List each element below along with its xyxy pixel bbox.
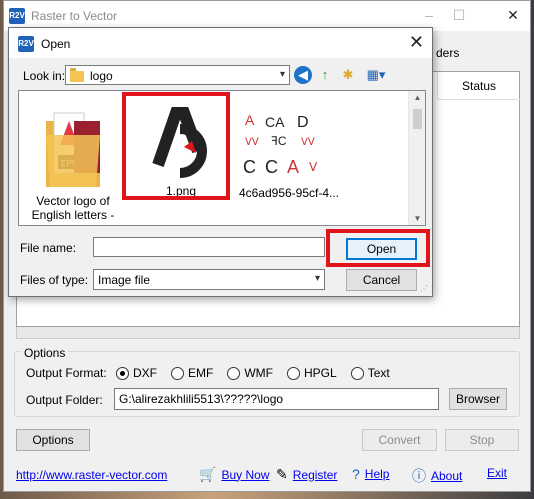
- svg-text:C: C: [265, 157, 278, 177]
- radio-hpgl[interactable]: HPGL: [287, 366, 337, 380]
- file-name-input[interactable]: [93, 237, 325, 257]
- about-link[interactable]: ⓘ About: [412, 466, 462, 486]
- help-icon: ?: [352, 466, 360, 482]
- folders-header-partial: ders: [436, 46, 460, 60]
- output-format-radio-group: DXF EMF WMF HPGL Text: [116, 364, 404, 382]
- file-item-folder[interactable]: EPS Vector logo of English letters -: [23, 99, 123, 222]
- file-name-label: File name:: [20, 241, 77, 255]
- close-icon[interactable]: ✕: [498, 5, 528, 25]
- open-button[interactable]: Open: [346, 238, 417, 260]
- register-link[interactable]: ✎ Register: [276, 466, 337, 483]
- register-label[interactable]: Register: [293, 468, 338, 482]
- chevron-down-icon: ▾: [279, 69, 285, 80]
- exit-label[interactable]: Exit: [487, 466, 507, 480]
- up-folder-icon[interactable]: ↑: [316, 66, 334, 84]
- file-pane-scrollbar[interactable]: ▲ ▼: [408, 91, 425, 225]
- dialog-title: Open: [41, 37, 71, 51]
- file-name-4c6ad956: 4c6ad956-95cf-4...: [238, 186, 340, 200]
- progress-bar: [16, 327, 520, 339]
- website-link[interactable]: http://www.raster-vector.com: [16, 468, 167, 482]
- status-column-header[interactable]: Status: [437, 72, 520, 100]
- look-in-label: Look in:: [23, 69, 66, 83]
- exit-link[interactable]: Exit: [487, 466, 507, 480]
- radio-emf-dot[interactable]: [171, 366, 184, 380]
- app-title: Raster to Vector: [31, 9, 118, 23]
- browser-button[interactable]: Browser: [449, 388, 507, 410]
- output-folder-input[interactable]: G:\alirezakhlili5513\?????\logo: [114, 388, 439, 410]
- highlight-1png: [122, 92, 230, 200]
- svg-text:CA: CA: [265, 114, 285, 130]
- cart-icon: 🛒: [199, 466, 217, 482]
- svg-text:ᐯ: ᐯ: [309, 160, 318, 174]
- output-folder-label: Output Folder:: [26, 393, 103, 407]
- radio-wmf-dot[interactable]: [227, 366, 241, 380]
- svg-text:A: A: [287, 157, 299, 177]
- files-of-type-label: Files of type:: [20, 273, 89, 287]
- chevron-down-icon: ▾: [314, 273, 320, 284]
- svg-text:D: D: [297, 114, 309, 131]
- minimize-icon[interactable]: –: [414, 5, 444, 25]
- radio-emf[interactable]: EMF: [171, 366, 213, 380]
- file-name-line2: English letters -: [31, 208, 115, 222]
- about-label[interactable]: About: [431, 469, 462, 483]
- buy-now-link[interactable]: 🛒 Buy Now: [199, 466, 269, 483]
- stop-button[interactable]: Stop: [445, 429, 519, 451]
- help-label[interactable]: Help: [365, 467, 390, 481]
- info-icon: ⓘ: [412, 468, 426, 484]
- new-folder-icon[interactable]: ✱: [339, 66, 357, 84]
- output-format-label: Output Format:: [26, 366, 107, 380]
- files-of-type-value: Image file: [98, 273, 151, 287]
- radio-wmf-label: WMF: [244, 366, 273, 380]
- svg-text:ᐯᐯ: ᐯᐯ: [245, 137, 259, 148]
- scroll-thumb[interactable]: [413, 109, 422, 129]
- app-logo-icon: R2V: [9, 8, 25, 24]
- radio-dxf-label: DXF: [133, 366, 157, 380]
- radio-dxf-dot[interactable]: [116, 366, 129, 380]
- cancel-button[interactable]: Cancel: [346, 269, 417, 291]
- help-link[interactable]: ? Help: [352, 466, 389, 482]
- buy-now-label[interactable]: Buy Now: [221, 468, 269, 482]
- radio-emf-label: EMF: [188, 366, 214, 380]
- pencil-icon: ✎: [276, 466, 288, 482]
- radio-hpgl-label: HPGL: [304, 366, 337, 380]
- look-in-value: logo: [90, 69, 113, 83]
- file-item-4c6ad956[interactable]: A CA D ᐯᐯ ꟻC ᐯᐯ C C A ᐯ 4c6ad956-95cf-4.…: [235, 107, 343, 200]
- dialog-app-icon: R2V: [18, 36, 34, 52]
- radio-text-dot[interactable]: [350, 366, 364, 380]
- options-legend: Options: [21, 346, 69, 360]
- svg-text:ꟻC: ꟻC: [271, 134, 287, 148]
- dialog-close-icon[interactable]: ✕: [409, 32, 424, 52]
- convert-button[interactable]: Convert: [362, 429, 437, 451]
- file-name-line1: Vector logo of: [36, 194, 110, 208]
- options-button[interactable]: Options: [16, 429, 90, 451]
- scroll-down-icon[interactable]: ▼: [409, 214, 425, 223]
- back-icon[interactable]: ◀: [294, 66, 312, 84]
- scroll-up-icon[interactable]: ▲: [409, 93, 425, 102]
- open-file-dialog: R2V Open ✕ Look in: logo ▾ ◀ ↑ ✱ ▦▾ EPS …: [8, 27, 433, 297]
- look-in-dropdown[interactable]: logo ▾: [65, 65, 290, 85]
- resize-grip-icon[interactable]: ⋰: [420, 284, 430, 294]
- svg-text:A: A: [245, 112, 255, 128]
- radio-hpgl-dot[interactable]: [287, 366, 300, 380]
- folder-icon: [70, 68, 84, 82]
- svg-text:C: C: [243, 157, 256, 177]
- view-menu-icon[interactable]: ▦▾: [363, 66, 389, 84]
- radio-text[interactable]: Text: [350, 366, 390, 380]
- maximize-icon[interactable]: ☐: [444, 5, 474, 25]
- files-of-type-dropdown[interactable]: Image file ▾: [93, 269, 325, 290]
- radio-wmf[interactable]: WMF: [227, 366, 273, 380]
- radio-text-label: Text: [367, 366, 390, 380]
- radio-dxf[interactable]: DXF: [116, 366, 157, 380]
- dialog-titlebar: R2V Open ✕: [9, 28, 432, 58]
- svg-text:ᐯᐯ: ᐯᐯ: [301, 137, 315, 148]
- folder-with-files-icon: EPS: [46, 112, 100, 187]
- logo-collection-thumbnail: A CA D ᐯᐯ ꟻC ᐯᐯ C C A ᐯ: [241, 107, 337, 183]
